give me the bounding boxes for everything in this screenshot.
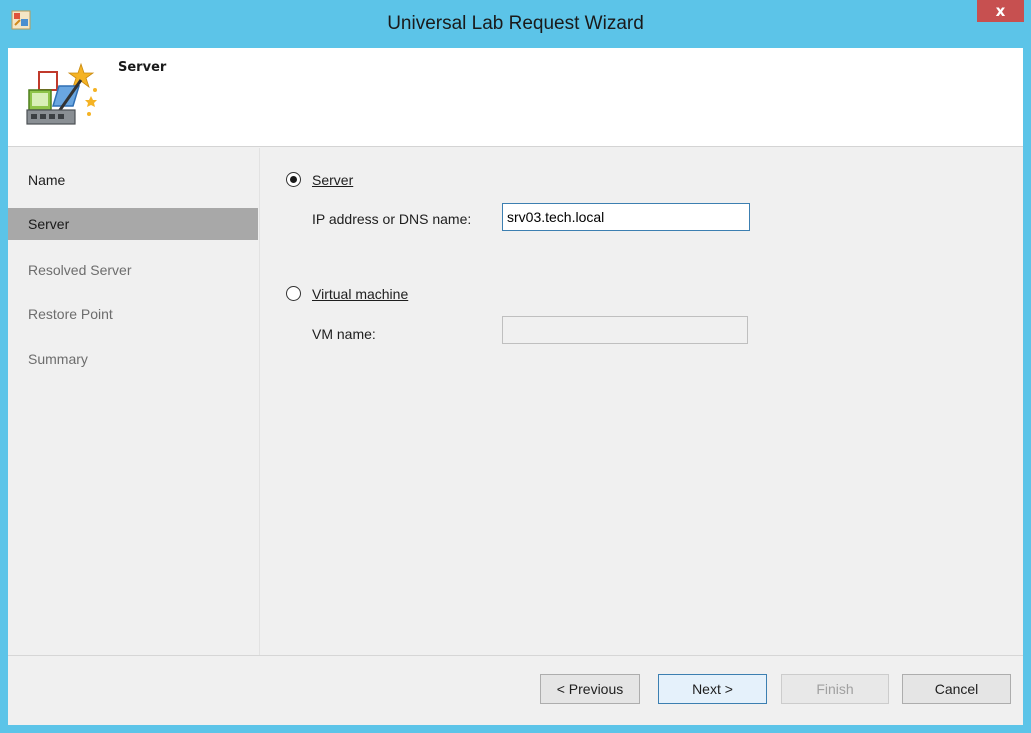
close-button[interactable]: x	[977, 0, 1024, 22]
server-wizard-icon	[26, 62, 97, 125]
nav-item-summary[interactable]: Summary	[8, 343, 258, 375]
nav-item-name[interactable]: Name	[8, 164, 258, 196]
ip-address-label: IP address or DNS name:	[312, 211, 472, 227]
ip-address-input[interactable]	[502, 203, 750, 231]
virtual-machine-radio[interactable]	[286, 286, 301, 301]
previous-button[interactable]: < Previous	[540, 674, 640, 704]
finish-button[interactable]: Finish	[781, 674, 889, 704]
server-radio-label[interactable]: Server	[312, 172, 353, 188]
nav-item-resolved-server[interactable]: Resolved Server	[8, 254, 258, 286]
wizard-steps-nav: Name Server Resolved Server Restore Poin…	[8, 148, 259, 655]
wizard-header: Server	[8, 48, 1023, 147]
vm-name-input[interactable]	[502, 316, 748, 344]
nav-item-server[interactable]: Server	[8, 208, 258, 240]
window-title: Universal Lab Request Wizard	[387, 13, 644, 34]
virtual-machine-radio-text: Virtual machine	[312, 286, 409, 302]
next-button[interactable]: Next >	[658, 674, 767, 704]
wizard-footer: < Previous Next > Finish Cancel	[8, 655, 1023, 725]
cancel-button[interactable]: Cancel	[902, 674, 1011, 704]
server-radio-text: Server	[312, 172, 354, 188]
wizard-client-area: Server Name Server Resolved Server Resto…	[8, 48, 1023, 725]
server-step-panel: Server IP address or DNS name: Virtual m…	[260, 148, 1023, 655]
nav-item-restore-point[interactable]: Restore Point	[8, 298, 258, 330]
wizard-window: Universal Lab Request Wizard x Server Na…	[0, 0, 1031, 733]
virtual-machine-radio-label[interactable]: Virtual machine	[312, 286, 408, 302]
title-bar[interactable]: Universal Lab Request Wizard x	[0, 0, 1031, 48]
vm-name-label: VM name:	[312, 326, 376, 342]
server-radio[interactable]	[286, 172, 301, 187]
step-title: Server	[118, 60, 167, 75]
